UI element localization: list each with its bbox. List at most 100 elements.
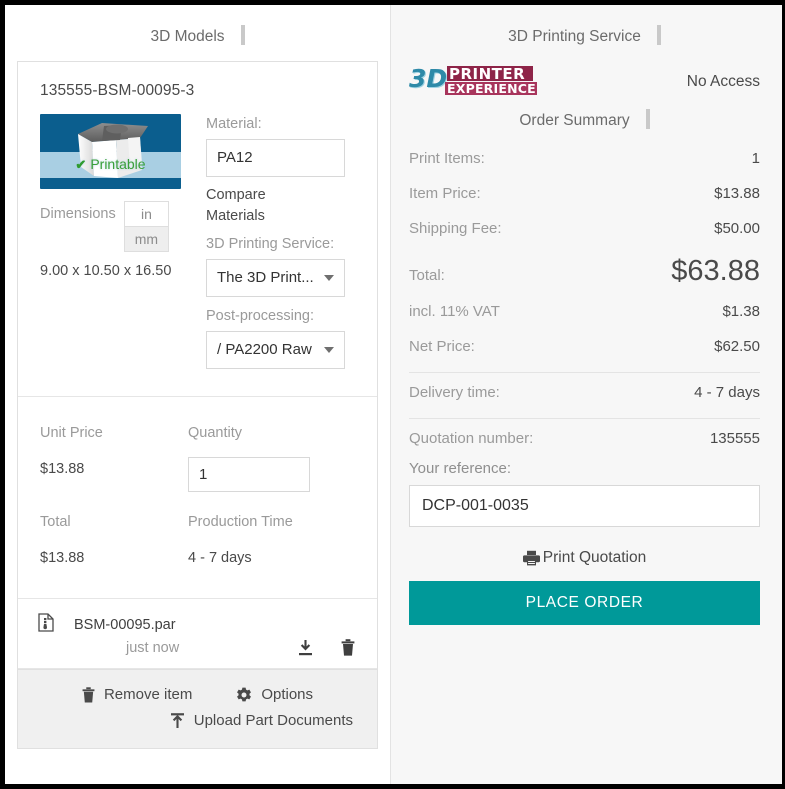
unit-mm-button[interactable]: mm bbox=[123, 226, 170, 252]
file-document-icon bbox=[38, 613, 56, 637]
trash-icon bbox=[82, 687, 95, 703]
pricing-section: Unit Price Quantity $13.88 Total Product… bbox=[18, 397, 377, 599]
shipping-fee-label: Shipping Fee: bbox=[409, 220, 502, 237]
options-button[interactable]: Options bbox=[236, 682, 313, 708]
printer-experience-logo: 3D 3D PRINTER EXPERIENCE bbox=[409, 63, 559, 101]
upload-part-documents-label: Upload Part Documents bbox=[193, 712, 353, 729]
part-id: 135555-BSM-00095-3 bbox=[40, 82, 195, 99]
summary-row-item-price: Item Price: $13.88 bbox=[409, 176, 760, 211]
access-status: No Access bbox=[686, 73, 760, 90]
part-options-column: Material: PA12 Compare Materials 3D Prin… bbox=[200, 114, 355, 378]
production-time-value: 4 - 7 days bbox=[188, 550, 252, 566]
printer-icon bbox=[522, 550, 540, 566]
gear-icon bbox=[236, 687, 252, 703]
printable-label: Printable bbox=[90, 156, 146, 172]
printing-service-label: 3D Printing Service: bbox=[206, 236, 335, 252]
header-caret-marker bbox=[656, 25, 661, 45]
download-icon[interactable] bbox=[298, 639, 313, 656]
service-pane-title: 3D Printing Service bbox=[508, 28, 641, 45]
print-items-value: 1 bbox=[751, 150, 760, 167]
file-section: BSM-00095.par just now bbox=[18, 599, 377, 669]
vat-label: incl. 11% VAT bbox=[409, 303, 500, 320]
part-detail-section: 135555-BSM-00095-3 ✔ Printable Dimension… bbox=[18, 62, 377, 397]
quotation-number-value: 135555 bbox=[709, 430, 760, 447]
summary-row-quotation-number: Quotation number: 135555 bbox=[409, 421, 760, 456]
quotation-number-label: Quotation number: bbox=[409, 430, 534, 447]
service-pane-header: 3D Printing Service bbox=[409, 5, 760, 61]
file-name[interactable]: BSM-00095.par bbox=[74, 617, 176, 633]
summary-row-vat: incl. 11% VAT $1.38 bbox=[409, 294, 760, 329]
part-thumbnail[interactable]: ✔ Printable bbox=[40, 114, 181, 189]
total-value: $63.88 bbox=[671, 255, 760, 287]
delete-file-icon[interactable] bbox=[341, 639, 355, 656]
options-label: Options bbox=[261, 686, 314, 703]
file-meta-row: just now bbox=[38, 639, 355, 656]
divider bbox=[409, 418, 760, 419]
part-card: 135555-BSM-00095-3 ✔ Printable Dimension… bbox=[17, 61, 378, 749]
shipping-fee-value: $50.00 bbox=[714, 220, 760, 237]
total-value: $13.88 bbox=[40, 550, 85, 566]
header-caret-marker bbox=[645, 109, 650, 129]
file-timestamp: just now bbox=[126, 639, 180, 656]
summary-row-net-price: Net Price: $62.50 bbox=[409, 329, 760, 364]
total-label: Total bbox=[40, 514, 71, 530]
upload-icon bbox=[170, 713, 185, 729]
pricing-grid: Unit Price Quantity $13.88 Total Product… bbox=[40, 413, 355, 580]
header-caret-marker bbox=[240, 25, 245, 45]
place-order-button[interactable]: PLACE ORDER bbox=[409, 581, 760, 625]
compare-materials-link[interactable]: Compare Materials bbox=[206, 185, 326, 227]
post-processing-value: / PA2200 Raw bbox=[217, 341, 312, 358]
summary-row-print-items: Print Items: 1 bbox=[409, 141, 760, 176]
net-price-value: $62.50 bbox=[714, 338, 760, 355]
dimensions-value: 9.00 x 10.50 x 16.50 bbox=[40, 263, 172, 279]
unit-price-value: $13.88 bbox=[40, 461, 85, 477]
chevron-down-icon bbox=[324, 347, 334, 353]
delivery-time-label: Delivery time: bbox=[409, 384, 500, 401]
chevron-down-icon bbox=[324, 275, 334, 281]
printing-service-select[interactable]: The 3D Print... bbox=[206, 259, 345, 297]
svg-text:EXPERIENCE: EXPERIENCE bbox=[447, 81, 536, 96]
models-pane-header: 3D Models bbox=[17, 5, 378, 61]
material-label: Material: bbox=[206, 116, 262, 132]
remove-item-label: Remove item bbox=[103, 686, 193, 703]
quantity-input[interactable] bbox=[188, 457, 310, 492]
app-window: 3D Models 135555-BSM-00095-3 ✔ Printable… bbox=[0, 0, 785, 789]
delivery-time-value: 4 - 7 days bbox=[694, 384, 760, 401]
your-reference-input[interactable] bbox=[409, 485, 760, 527]
unit-price-label: Unit Price bbox=[40, 425, 103, 441]
file-row: BSM-00095.par bbox=[38, 613, 355, 637]
models-pane: 3D Models 135555-BSM-00095-3 ✔ Printable… bbox=[5, 5, 391, 784]
check-icon: ✔ bbox=[75, 157, 87, 172]
remove-item-button[interactable]: Remove item bbox=[82, 682, 192, 708]
unit-toggle: in mm bbox=[123, 201, 170, 252]
printable-badge: ✔ Printable bbox=[40, 154, 181, 175]
summary-row-shipping-fee: Shipping Fee: $50.00 bbox=[409, 211, 760, 246]
part-detail-row: ✔ Printable Dimensions in mm 9.00 x 10.5… bbox=[40, 114, 355, 378]
order-summary-pane: 3D Printing Service 3D 3D PRINTER EXPERI bbox=[391, 5, 782, 784]
unit-in-button[interactable]: in bbox=[123, 201, 170, 227]
print-quotation-label: Print Quotation bbox=[542, 549, 647, 566]
print-items-label: Print Items: bbox=[409, 150, 485, 167]
item-price-label: Item Price: bbox=[409, 185, 481, 202]
quantity-cell bbox=[188, 451, 355, 502]
dimensions-row: Dimensions in mm bbox=[40, 201, 195, 252]
quantity-label: Quantity bbox=[188, 425, 242, 441]
summary-row-total: Total: $63.88 bbox=[409, 246, 760, 294]
upload-part-documents-button[interactable]: Upload Part Documents bbox=[170, 708, 353, 734]
vat-value: $1.38 bbox=[722, 303, 760, 320]
order-summary-title: Order Summary bbox=[519, 112, 630, 129]
actions-row-secondary: Upload Part Documents bbox=[38, 708, 357, 734]
print-quotation-button[interactable]: Print Quotation bbox=[409, 549, 760, 567]
models-pane-title: 3D Models bbox=[150, 28, 225, 45]
printing-service-value: The 3D Print... bbox=[217, 269, 314, 286]
part-preview-column: ✔ Printable Dimensions in mm 9.00 x 10.5… bbox=[40, 114, 200, 282]
item-price-value: $13.88 bbox=[714, 185, 760, 202]
svg-text:3D: 3D bbox=[409, 64, 447, 93]
material-field[interactable]: PA12 bbox=[206, 139, 345, 177]
post-processing-select[interactable]: / PA2200 Raw bbox=[206, 331, 345, 369]
production-time-label: Production Time bbox=[188, 514, 293, 530]
total-label: Total: bbox=[409, 267, 445, 284]
net-price-label: Net Price: bbox=[409, 338, 475, 355]
post-processing-label: Post-processing: bbox=[206, 308, 314, 324]
your-reference-label: Your reference: bbox=[409, 460, 512, 477]
